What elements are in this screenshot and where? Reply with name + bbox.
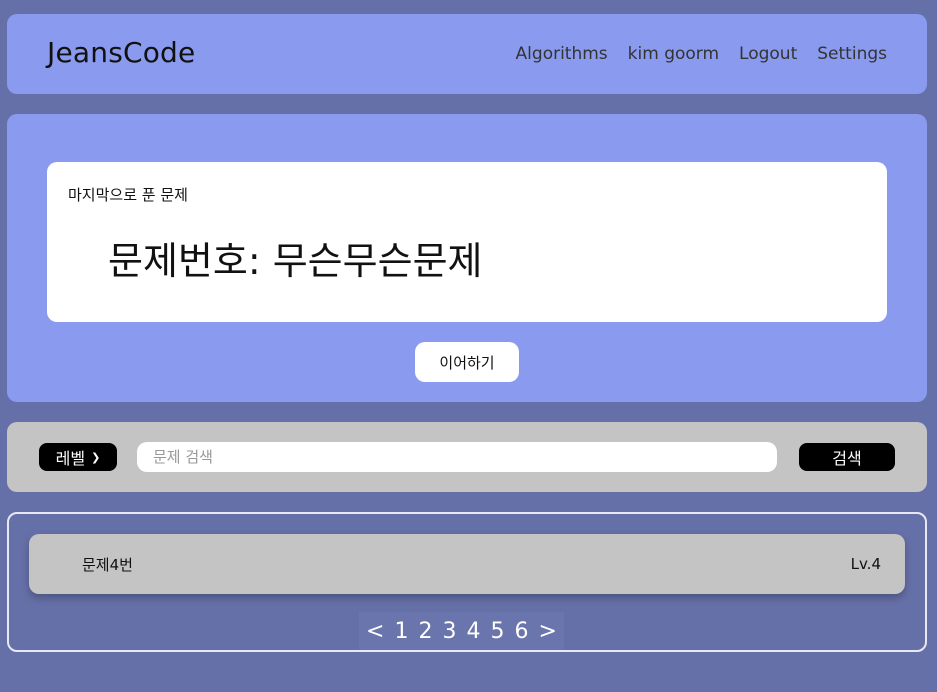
level-select-label: 레벨 [55, 449, 86, 468]
pagination-next[interactable]: > [537, 619, 557, 644]
search-input[interactable] [137, 442, 777, 472]
last-solved-label: 마지막으로 푼 문제 [68, 186, 188, 204]
pagination-prev[interactable]: < [365, 619, 385, 644]
nav-user[interactable]: kim goorm [628, 44, 719, 64]
problem-list-panel: 문제4번 Lv.4 < 1 2 3 4 5 6 > [7, 512, 927, 652]
continue-button[interactable]: 이어하기 [415, 342, 519, 382]
page-1[interactable]: 1 [393, 619, 409, 644]
nav-logout[interactable]: Logout [739, 44, 797, 64]
site-logo[interactable]: JeansCode [47, 36, 195, 69]
last-solved-card: 마지막으로 푼 문제 문제번호: 무슨무슨문제 [47, 162, 887, 322]
search-button[interactable]: 검색 [799, 443, 895, 471]
nav-algorithms[interactable]: Algorithms [516, 44, 608, 64]
page-4[interactable]: 4 [465, 619, 481, 644]
page-5[interactable]: 5 [489, 619, 505, 644]
nav-links: Algorithms kim goorm Logout Settings [516, 44, 887, 64]
nav-settings[interactable]: Settings [817, 44, 887, 64]
list-item[interactable]: 문제4번 Lv.4 [29, 534, 905, 594]
problem-level: Lv.4 [850, 555, 881, 573]
page-2[interactable]: 2 [417, 619, 433, 644]
pagination: < 1 2 3 4 5 6 > [359, 612, 564, 650]
top-navbar: JeansCode Algorithms kim goorm Logout Se… [7, 14, 927, 94]
chevron-down-icon: ❯ [91, 450, 101, 464]
problem-title: 문제4번 [82, 556, 133, 574]
search-bar: 레벨 ❯ 검색 [7, 422, 927, 492]
page-3[interactable]: 3 [441, 619, 457, 644]
last-solved-section: 마지막으로 푼 문제 문제번호: 무슨무슨문제 이어하기 [7, 114, 927, 402]
level-select[interactable]: 레벨 ❯ [39, 443, 117, 471]
page-6[interactable]: 6 [513, 619, 529, 644]
last-solved-title: 문제번호: 무슨무슨문제 [108, 239, 483, 283]
